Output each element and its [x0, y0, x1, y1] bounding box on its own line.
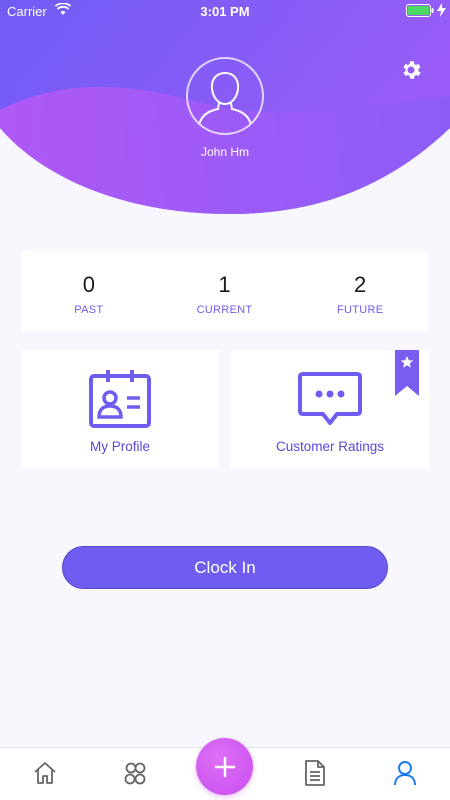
- stat-value: 0: [82, 272, 95, 297]
- tab-home[interactable]: [30, 758, 60, 788]
- team-icon: [124, 762, 146, 785]
- tab-profile[interactable]: [390, 758, 420, 788]
- trips-stats-card: 0 PAST 1 CURRENT 2 FUTURE: [21, 251, 428, 331]
- my-profile-card[interactable]: My Profile: [21, 350, 219, 468]
- stat-label: PAST: [74, 304, 104, 316]
- customer-ratings-card[interactable]: Customer Ratings: [231, 350, 429, 468]
- user-silhouette-icon: [198, 71, 252, 126]
- settings-gear-icon[interactable]: [399, 58, 423, 82]
- stat-past[interactable]: 0 PAST: [21, 251, 157, 331]
- stat-label: FUTURE: [336, 304, 384, 316]
- user-name: John Hm: [200, 145, 250, 159]
- avatar[interactable]: [186, 57, 264, 135]
- user-icon: [394, 761, 416, 786]
- stat-current[interactable]: 1 CURRENT: [157, 251, 293, 331]
- stat-value: 1: [218, 272, 231, 297]
- chat-bubble-icon: [298, 372, 362, 425]
- battery-icon: [406, 4, 434, 17]
- tab-documents[interactable]: [300, 758, 330, 788]
- stat-value: 2: [354, 272, 367, 297]
- document-icon: [305, 760, 325, 786]
- stat-label: CURRENT: [196, 304, 253, 316]
- status-time: 3:01 PM: [200, 4, 250, 19]
- my-profile-label: My Profile: [89, 439, 150, 454]
- stat-future[interactable]: 2 FUTURE: [292, 251, 428, 331]
- home-icon: [34, 762, 56, 784]
- charging-bolt-icon: [437, 3, 446, 17]
- profile-card-icon: [89, 370, 151, 428]
- tab-team[interactable]: [120, 758, 150, 788]
- status-bar: Carrier 3:01 PM: [0, 0, 450, 22]
- add-button[interactable]: [196, 738, 253, 795]
- clock-in-button[interactable]: Clock In: [62, 546, 388, 589]
- add-icon: [214, 756, 235, 777]
- customer-ratings-label: Customer Ratings: [275, 439, 385, 454]
